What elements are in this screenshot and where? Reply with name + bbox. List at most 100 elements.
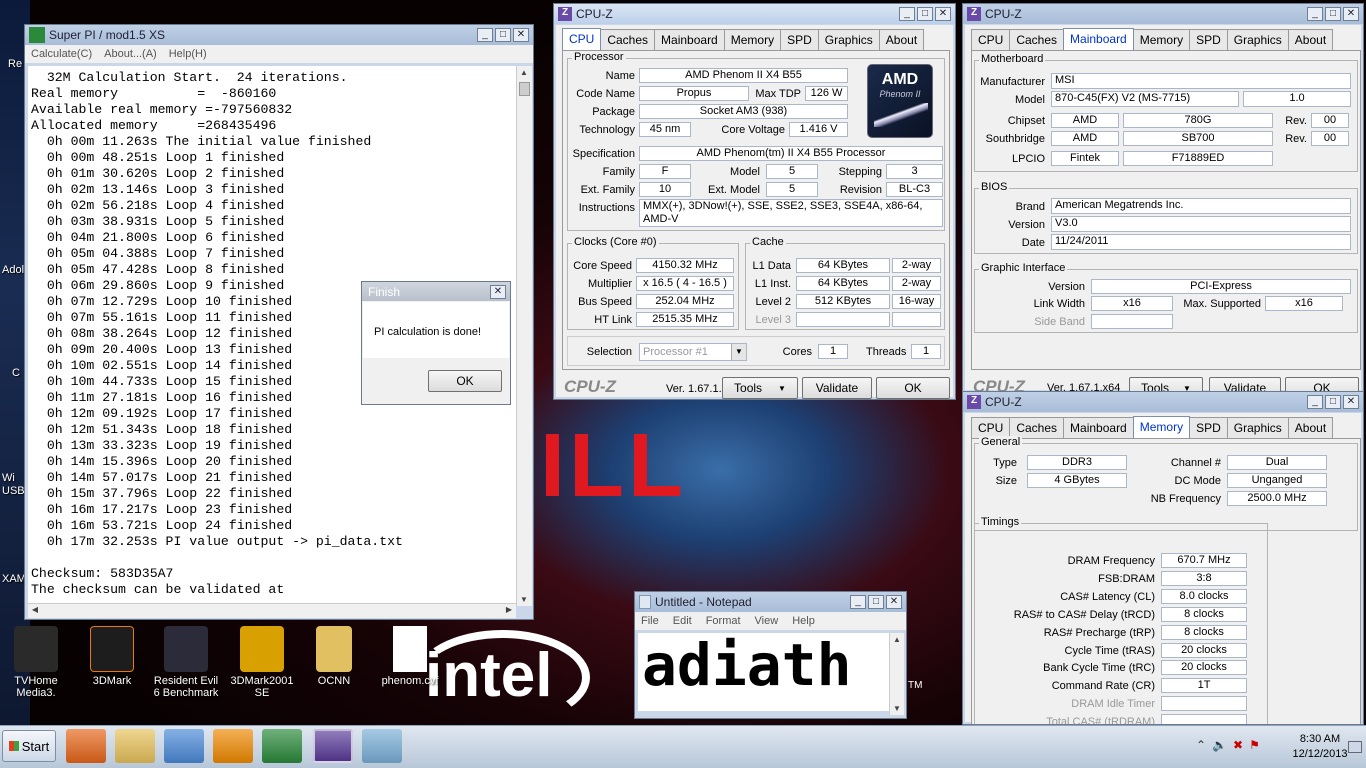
- tab-about[interactable]: About: [878, 29, 925, 51]
- superpi-icon[interactable]: [262, 729, 302, 763]
- menu-help[interactable]: Help(H): [169, 48, 207, 60]
- system-tray[interactable]: ⌃🔈✖⚑: [1196, 738, 1266, 752]
- tab-about[interactable]: About: [1287, 417, 1334, 439]
- desktop-icon-ocnn[interactable]: OCNN: [298, 626, 370, 687]
- finish-dialog[interactable]: Finish ✕ PI calculation is done! OK: [361, 281, 511, 405]
- tab-mainboard[interactable]: Mainboard: [1063, 417, 1134, 439]
- minimize-button[interactable]: _: [899, 7, 915, 21]
- maximize-button[interactable]: □: [868, 595, 884, 609]
- tab-spd[interactable]: SPD: [1189, 417, 1228, 439]
- finish-titlebar[interactable]: Finish ✕: [362, 282, 510, 301]
- tab-spd[interactable]: SPD: [780, 29, 819, 51]
- notepad-vertical-scrollbar[interactable]: ▲ ▼: [889, 633, 904, 715]
- taskbar-clock[interactable]: 8:30 AM 12/12/2013: [1285, 732, 1355, 762]
- menu-format[interactable]: Format: [706, 615, 741, 627]
- superpi-horizontal-scrollbar[interactable]: ◀ ▶: [28, 603, 516, 618]
- maximize-button[interactable]: □: [1325, 7, 1341, 21]
- superpi-vertical-scrollbar[interactable]: ▲ ▼: [516, 66, 532, 606]
- media-player-icon[interactable]: [164, 729, 204, 763]
- maximize-button[interactable]: □: [917, 7, 933, 21]
- tray-expand-icon[interactable]: ⌃: [1196, 738, 1212, 752]
- tools-button[interactable]: Tools ▼: [722, 377, 798, 399]
- start-button[interactable]: Start: [2, 730, 56, 762]
- tray-network-icon[interactable]: ✖: [1233, 738, 1249, 752]
- menu-about[interactable]: About...(A): [104, 48, 157, 60]
- nbfreq-field: 2500.0 MHz: [1227, 491, 1327, 506]
- scroll-down-arrow[interactable]: ▼: [517, 595, 531, 604]
- cpuz-titlebar[interactable]: Z CPU-Z _ □ ✕: [963, 4, 1363, 24]
- scroll-up-arrow[interactable]: ▲: [517, 68, 531, 77]
- scroll-down-arrow[interactable]: ▼: [890, 704, 904, 713]
- cpuz-body: CPU Caches Mainboard Memory SPD Graphics…: [556, 25, 953, 399]
- minimize-button[interactable]: _: [477, 28, 493, 42]
- console-line: 0h 00m 48.251s Loop 1 finished: [31, 150, 285, 165]
- close-button[interactable]: ✕: [935, 7, 951, 21]
- tab-cpu[interactable]: CPU: [562, 28, 602, 50]
- chevron-down-icon[interactable]: ▼: [731, 344, 746, 360]
- desktop-icon-phenom-cvf[interactable]: phenom.cvf: [374, 626, 446, 687]
- tab-mainboard[interactable]: Mainboard: [654, 29, 725, 51]
- dcmode-label: DC Mode: [1174, 475, 1221, 487]
- menu-view[interactable]: View: [755, 615, 779, 627]
- notepad-icon[interactable]: [362, 729, 402, 763]
- minimize-button[interactable]: _: [850, 595, 866, 609]
- desktop-icon-3dmark[interactable]: 3DMark: [76, 626, 148, 687]
- close-button[interactable]: ✕: [886, 595, 902, 609]
- scroll-thumb[interactable]: [519, 82, 530, 96]
- desktop-icon-3dmark2001[interactable]: 3DMark2001 SE: [226, 626, 298, 699]
- cpuz-icon[interactable]: [313, 729, 353, 763]
- tab-caches[interactable]: Caches: [1009, 29, 1065, 51]
- cpuz-titlebar[interactable]: Z CPU-Z _ □ ✕: [963, 392, 1363, 412]
- show-desktop-icon[interactable]: [1348, 741, 1362, 753]
- close-button[interactable]: ✕: [1343, 7, 1359, 21]
- tab-memory[interactable]: Memory: [1132, 29, 1191, 51]
- tab-graphics[interactable]: Graphics: [1226, 417, 1289, 439]
- menu-help[interactable]: Help: [792, 615, 815, 627]
- volume-icon[interactable]: 🔈: [1212, 738, 1233, 752]
- close-button[interactable]: ✕: [513, 28, 529, 42]
- explorer-icon[interactable]: [115, 729, 155, 763]
- tab-mainboard[interactable]: Mainboard: [1063, 28, 1134, 50]
- ok-button[interactable]: OK: [428, 370, 502, 392]
- superpi-titlebar[interactable]: Super PI / mod1.5 XS _ □ ✕: [25, 25, 533, 45]
- tab-memory[interactable]: Memory: [1132, 416, 1191, 438]
- notepad-text-area[interactable]: adiath: [638, 633, 892, 711]
- desktop-icon-label: OCNN: [317, 675, 351, 687]
- menu-file[interactable]: File: [641, 615, 659, 627]
- timing-label: Bank Cycle Time (tRC): [1043, 662, 1155, 675]
- desktop-icon-tvhome[interactable]: TVHome Media3.: [0, 626, 72, 699]
- tab-about[interactable]: About: [1287, 29, 1334, 51]
- tab-graphics[interactable]: Graphics: [817, 29, 880, 51]
- menu-edit[interactable]: Edit: [673, 615, 692, 627]
- close-button[interactable]: ✕: [490, 284, 506, 299]
- tab-graphics[interactable]: Graphics: [1226, 29, 1289, 51]
- vlc-icon[interactable]: [213, 729, 253, 763]
- tray-flag-icon[interactable]: ⚑: [1249, 738, 1266, 752]
- timing-value: [1161, 714, 1247, 724]
- cpuz-memory-window[interactable]: Z CPU-Z _ □ ✕ CPU Caches Mainboard Memor…: [962, 391, 1364, 725]
- tab-memory[interactable]: Memory: [723, 29, 782, 51]
- cpuz-mainboard-window[interactable]: Z CPU-Z _ □ ✕ CPU Caches Mainboard Memor…: [962, 3, 1364, 393]
- validate-button[interactable]: Validate: [802, 377, 872, 399]
- minimize-button[interactable]: _: [1307, 395, 1323, 409]
- ok-button[interactable]: OK: [876, 377, 950, 399]
- tab-caches[interactable]: Caches: [600, 29, 656, 51]
- notepad-window[interactable]: Untitled - Notepad _ □ ✕ File Edit Forma…: [634, 591, 907, 719]
- notepad-titlebar[interactable]: Untitled - Notepad _ □ ✕: [635, 592, 906, 612]
- tab-cpu[interactable]: CPU: [971, 29, 1011, 51]
- menu-calculate[interactable]: Calculate(C): [31, 48, 92, 60]
- maximize-button[interactable]: □: [1325, 395, 1341, 409]
- desktop-icon-resident-evil-6[interactable]: Resident Evil 6 Benchmark: [150, 626, 222, 699]
- cpuz-body: CPU Caches Mainboard Memory SPD Graphics…: [965, 25, 1361, 392]
- scroll-up-arrow[interactable]: ▲: [890, 635, 904, 644]
- cpuz-titlebar[interactable]: Z CPU-Z _ □ ✕: [554, 4, 955, 24]
- minimize-button[interactable]: _: [1307, 7, 1323, 21]
- cpuz-cpu-window[interactable]: Z CPU-Z _ □ ✕ CPU Caches Mainboard Memor…: [553, 3, 956, 400]
- tab-spd[interactable]: SPD: [1189, 29, 1228, 51]
- scroll-right-arrow[interactable]: ▶: [502, 605, 516, 614]
- maximize-button[interactable]: □: [495, 28, 511, 42]
- firefox-icon[interactable]: [66, 729, 106, 763]
- close-button[interactable]: ✕: [1343, 395, 1359, 409]
- scroll-left-arrow[interactable]: ◀: [28, 605, 42, 614]
- wallpaper-tm: TM: [908, 680, 923, 691]
